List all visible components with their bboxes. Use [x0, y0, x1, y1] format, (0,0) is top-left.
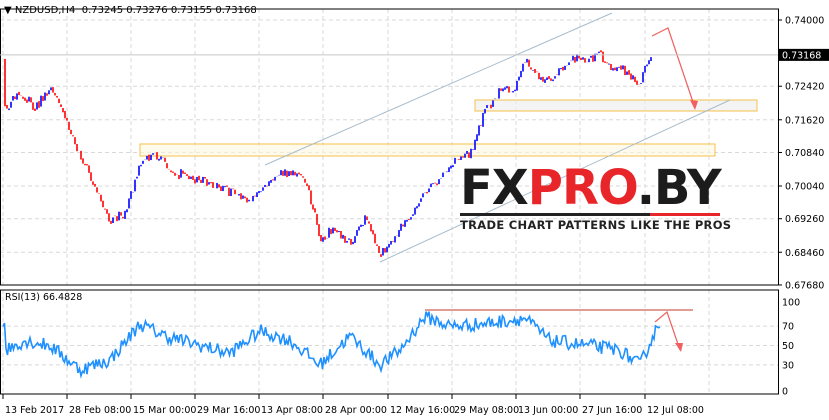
time-tick-label: 29 Mar 16:00 — [197, 405, 260, 416]
chart-header: ▼ NZDUSD,H4 0.73245 0.73276 0.73155 0.73… — [4, 5, 257, 16]
close-value: 0.73168 — [215, 5, 257, 16]
time-tick-label: 13 Apr 08:00 — [261, 405, 323, 416]
price-tick-label: 0.72420 — [785, 82, 824, 93]
open-value: 0.73245 — [81, 5, 124, 16]
rsi-panel-border — [0, 289, 779, 395]
price-tick-label: 0.68460 — [785, 248, 824, 259]
price-tick-label: 0.74000 — [785, 16, 824, 27]
rsi-tick-label: 30 — [782, 360, 794, 371]
high-value: 0.73276 — [126, 5, 168, 16]
time-tick-label: 28 Apr 00:00 — [325, 405, 387, 416]
rsi-line — [2, 311, 661, 379]
time-tick-label: 12 May 16:00 — [390, 405, 455, 416]
low-value: 0.73155 — [170, 5, 213, 16]
channel-upper — [264, 12, 613, 166]
price-tick-label: 0.70840 — [785, 148, 824, 159]
collapse-triangle-icon[interactable]: ▼ — [4, 5, 12, 16]
forecast-arrow — [651, 27, 696, 109]
fxpro-logo: FXPRO.BY TRADE CHART PATTERNS LIKE THE P… — [460, 160, 732, 232]
time-tick-label: 28 Feb 08:00 — [69, 405, 131, 416]
chart-window[interactable]: 0.74000 0.72420 0.71620 0.70840 0.70040 0.692… — [0, 0, 829, 420]
rsi-tick-label: 70 — [782, 322, 794, 333]
time-tick-label: 12 Jul 08:00 — [647, 405, 704, 416]
time-tick-label: 13 Feb 2017 — [5, 405, 64, 416]
symbol-label: NZDUSD,H4 — [14, 5, 76, 16]
price-tick-label: 0.70040 — [785, 182, 824, 193]
arrow-head-icon — [675, 343, 683, 352]
time-tick-label: 15 Mar 00:00 — [133, 405, 196, 416]
rsi-tick-label: 50 — [782, 341, 794, 352]
time-tick-label: 27 Jun 16:00 — [582, 405, 642, 416]
target-zone — [474, 99, 758, 112]
price-tick-label: 0.67680 — [785, 280, 824, 291]
price-tick-label: 0.71620 — [785, 115, 824, 126]
time-tick-label: 29 May 08:00 — [454, 405, 519, 416]
rsi-tick-label: 0 — [782, 387, 788, 398]
logo-tagline: TRADE CHART PATTERNS LIKE THE PROS — [460, 218, 732, 232]
support-zone — [139, 143, 716, 157]
price-tick-label: 0.69260 — [785, 214, 824, 225]
rsi-label: RSI(13) 66.4828 — [5, 292, 83, 303]
rsi-tick-label: 100 — [782, 298, 800, 309]
current-price-label: 0.73168 — [782, 50, 821, 61]
time-tick-label: 13 Jun 00:00 — [518, 405, 578, 416]
